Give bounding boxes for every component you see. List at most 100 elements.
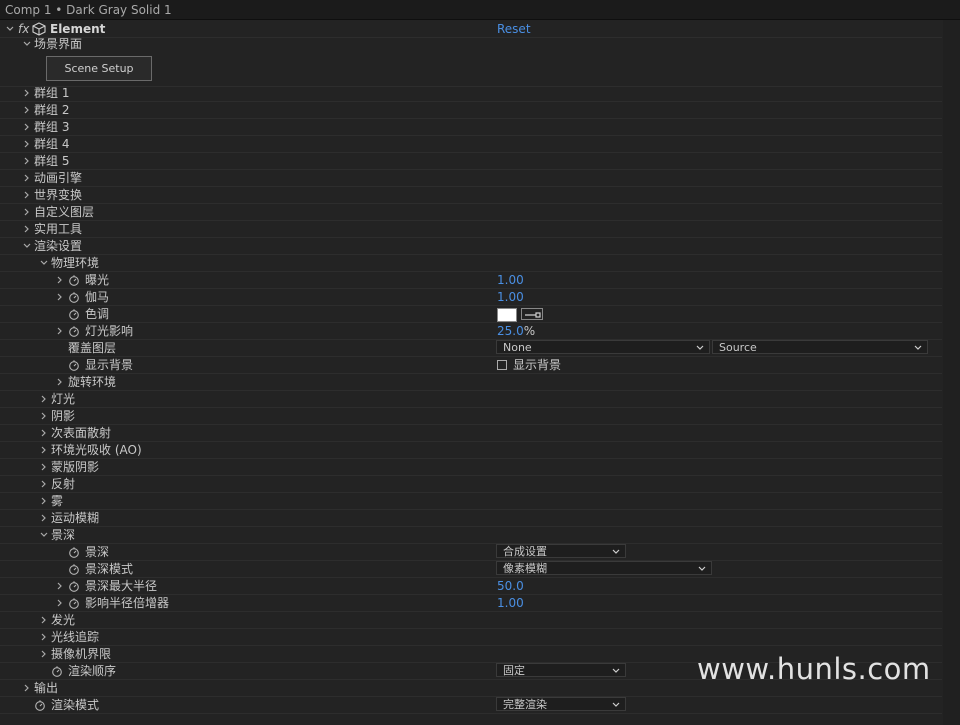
stopwatch-icon[interactable] <box>68 291 80 303</box>
group-row[interactable]: 群组 2 <box>0 102 942 119</box>
stopwatch-icon[interactable] <box>68 580 80 592</box>
motion-blur-row[interactable]: 运动模糊 <box>0 510 942 527</box>
fog-label: 雾 <box>51 494 64 508</box>
chevron-right-icon[interactable] <box>39 459 49 475</box>
gamma-value[interactable]: 1.00 <box>497 289 524 305</box>
stopwatch-icon[interactable] <box>68 597 80 609</box>
light-influence-value[interactable]: 25.0% <box>497 323 535 339</box>
world-transform-row[interactable]: 世界变换 <box>0 187 942 204</box>
fog-row[interactable]: 雾 <box>0 493 942 510</box>
chevron-right-icon[interactable] <box>39 612 49 628</box>
scrollbar-track[interactable] <box>943 20 960 725</box>
stopwatch-icon[interactable] <box>68 325 80 337</box>
physical-env-row[interactable]: 物理环境 <box>0 255 942 272</box>
stopwatch-icon[interactable] <box>68 546 80 558</box>
radius-multiplier-row[interactable]: 影响半径倍增器 1.00 <box>0 595 942 612</box>
chevron-down-icon[interactable] <box>5 21 15 37</box>
chevron-right-icon[interactable] <box>39 476 49 492</box>
override-source-value: Source <box>719 341 757 354</box>
override-source-dropdown[interactable]: Source <box>712 340 928 354</box>
radius-multiplier-value[interactable]: 1.00 <box>497 595 524 611</box>
chevron-right-icon[interactable] <box>39 493 49 509</box>
chevron-right-icon[interactable] <box>55 374 65 390</box>
dof-max-radius-row[interactable]: 景深最大半径 50.0 <box>0 578 942 595</box>
utilities-row[interactable]: 实用工具 <box>0 221 942 238</box>
chevron-down-icon[interactable] <box>22 238 32 254</box>
chevron-right-icon[interactable] <box>39 646 49 662</box>
stopwatch-icon[interactable] <box>34 699 46 711</box>
chevron-down-icon[interactable] <box>39 255 49 271</box>
chevron-right-icon[interactable] <box>22 170 32 186</box>
dof-section-row[interactable]: 景深 <box>0 527 942 544</box>
utilities-label: 实用工具 <box>34 222 83 236</box>
panel-tab[interactable]: Comp 1 • Dark Gray Solid 1 <box>0 0 960 20</box>
chevron-right-icon[interactable] <box>39 442 49 458</box>
show-background-checkbox[interactable] <box>497 360 507 370</box>
chevron-right-icon[interactable] <box>22 187 32 203</box>
chevron-right-icon[interactable] <box>22 85 32 101</box>
stopwatch-icon[interactable] <box>68 359 80 371</box>
group-row[interactable]: 群组 5 <box>0 153 942 170</box>
subsurface-row[interactable]: 次表面散射 <box>0 425 942 442</box>
reset-link[interactable]: Reset <box>497 21 531 37</box>
chevron-right-icon[interactable] <box>39 425 49 441</box>
show-background-checkbox-label: 显示背景 <box>513 358 562 372</box>
group-row[interactable]: 群组 1 <box>0 85 942 102</box>
custom-layers-row[interactable]: 自定义图层 <box>0 204 942 221</box>
chevron-right-icon[interactable] <box>22 102 32 118</box>
light-influence-row[interactable]: 灯光影响 25.0% <box>0 323 942 340</box>
chevron-right-icon[interactable] <box>22 136 32 152</box>
render-settings-row[interactable]: 渲染设置 <box>0 238 942 255</box>
render-order-label: 渲染顺序 <box>68 664 117 678</box>
chevron-right-icon[interactable] <box>55 578 65 594</box>
chevron-right-icon[interactable] <box>55 272 65 288</box>
chevron-right-icon[interactable] <box>55 595 65 611</box>
exposure-row[interactable]: 曝光 1.00 <box>0 272 942 289</box>
reflection-row[interactable]: 反射 <box>0 476 942 493</box>
ao-label: 环境光吸收 (AO) <box>51 443 142 457</box>
chevron-right-icon[interactable] <box>22 153 32 169</box>
dof-mode-dropdown[interactable]: 像素模糊 <box>496 561 712 575</box>
group-row[interactable]: 群组 3 <box>0 119 942 136</box>
chevron-down-icon[interactable] <box>22 36 32 52</box>
stopwatch-icon[interactable] <box>68 563 80 575</box>
stopwatch-icon[interactable] <box>68 274 80 286</box>
tint-color-swatch[interactable] <box>497 308 517 322</box>
motion-blur-label: 运动模糊 <box>51 511 100 525</box>
render-order-dropdown[interactable]: 固定 <box>496 663 626 677</box>
chevron-right-icon[interactable] <box>39 510 49 526</box>
tint-row[interactable]: 色调 <box>0 306 942 323</box>
ray-trace-row[interactable]: 光线追踪 <box>0 629 942 646</box>
lights-row[interactable]: 灯光 <box>0 391 942 408</box>
chevron-right-icon[interactable] <box>39 629 49 645</box>
stopwatch-icon[interactable] <box>51 665 63 677</box>
rotate-env-row[interactable]: 旋转环境 <box>0 374 942 391</box>
ao-row[interactable]: 环境光吸收 (AO) <box>0 442 942 459</box>
chevron-right-icon[interactable] <box>22 204 32 220</box>
matte-shadow-row[interactable]: 蒙版阴影 <box>0 459 942 476</box>
chevron-right-icon[interactable] <box>22 119 32 135</box>
stopwatch-icon[interactable] <box>68 308 80 320</box>
dof-max-radius-value[interactable]: 50.0 <box>497 578 524 594</box>
group-label: 群组 3 <box>34 120 70 134</box>
chevron-down-icon[interactable] <box>39 527 49 543</box>
eyedropper-icon[interactable] <box>521 308 543 320</box>
chevron-right-icon[interactable] <box>39 408 49 424</box>
shadows-row[interactable]: 阴影 <box>0 408 942 425</box>
animation-engine-row[interactable]: 动画引擎 <box>0 170 942 187</box>
chevron-right-icon[interactable] <box>22 221 32 237</box>
exposure-value[interactable]: 1.00 <box>497 272 524 288</box>
scene-setup-button[interactable]: Scene Setup <box>46 56 152 81</box>
chevron-right-icon[interactable] <box>55 289 65 305</box>
glow-row[interactable]: 发光 <box>0 612 942 629</box>
chevron-right-icon[interactable] <box>22 680 32 696</box>
override-layer-dropdown[interactable]: None <box>496 340 710 354</box>
chevron-right-icon[interactable] <box>55 323 65 339</box>
render-mode-dropdown[interactable]: 完整渲染 <box>496 697 626 711</box>
group-row[interactable]: 群组 4 <box>0 136 942 153</box>
gamma-row[interactable]: 伽马 1.00 <box>0 289 942 306</box>
chevron-right-icon[interactable] <box>39 391 49 407</box>
scene-interface-row[interactable]: 场景界面 <box>0 36 942 52</box>
dof-dropdown[interactable]: 合成设置 <box>496 544 626 558</box>
dof-value: 合成设置 <box>503 545 547 558</box>
